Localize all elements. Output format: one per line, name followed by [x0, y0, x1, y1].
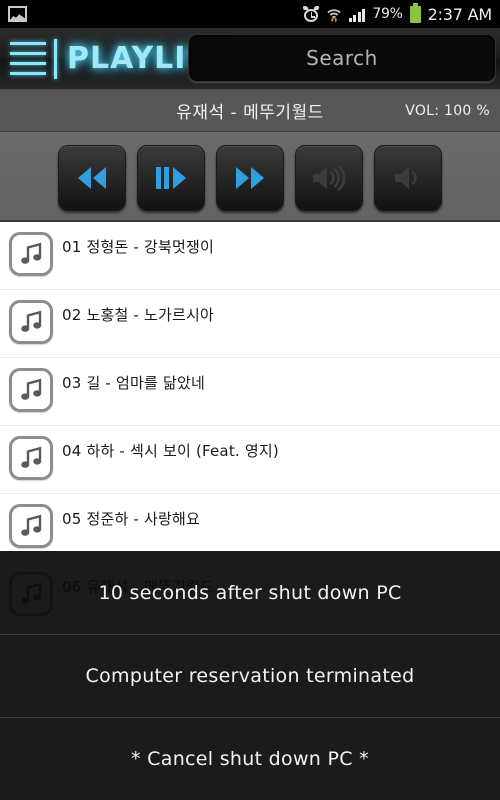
track-icon-wrap: [0, 502, 62, 548]
track-icon-wrap: [0, 230, 62, 276]
music-note-icon: [9, 368, 53, 412]
search-placeholder: Search: [306, 46, 378, 70]
dialog-option-cancel-shutdown[interactable]: * Cancel shut down PC *: [0, 718, 500, 800]
list-item[interactable]: 04 하하 - 섹시 보이 (Feat. 영지): [0, 426, 500, 494]
list-item[interactable]: 01 정형돈 - 강북멋쟁이: [0, 222, 500, 290]
dialog-option-shutdown-10s[interactable]: 10 seconds after shut down PC: [0, 552, 500, 634]
status-bar-left: [8, 6, 27, 22]
volume-up-button[interactable]: [295, 145, 363, 211]
battery-percent-label: 79%: [372, 6, 403, 22]
dialog-option-terminate-reservation[interactable]: Computer reservation terminated: [0, 635, 500, 717]
track-icon-wrap: [0, 366, 62, 412]
track-label: 02 노홍철 - 노가르시아: [62, 306, 215, 324]
list-item[interactable]: 02 노홍철 - 노가르시아: [0, 290, 500, 358]
music-note-icon: [9, 300, 53, 344]
rewind-icon: [78, 167, 106, 189]
music-note-icon: [9, 504, 53, 548]
header-divider: [54, 38, 57, 79]
track-label: 04 하하 - 섹시 보이 (Feat. 영지): [62, 442, 279, 460]
volume-down-icon: [395, 167, 417, 189]
track-label: 05 정준하 - 사랑해요: [62, 510, 201, 528]
volume-down-button[interactable]: [374, 145, 442, 211]
fast-forward-button[interactable]: [216, 145, 284, 211]
track-icon-wrap: [0, 434, 62, 480]
gallery-icon: [8, 6, 27, 22]
track-label: 01 정형돈 - 강북멋쟁이: [62, 238, 215, 256]
track-icon-wrap: [0, 298, 62, 344]
battery-icon: [409, 2, 421, 23]
search-input[interactable]: Search: [188, 34, 496, 82]
wifi-icon: [326, 6, 342, 22]
status-bar-clock: 2:37 AM: [427, 4, 493, 24]
play-pause-icon: [156, 167, 186, 189]
fast-forward-icon: [236, 167, 264, 189]
music-note-icon: [9, 436, 53, 480]
cell-signal-icon: [348, 7, 366, 22]
status-bar: 79% 2:37 AM: [0, 0, 500, 28]
shutdown-dialog: 10 seconds after shut down PC Computer r…: [0, 551, 500, 800]
app-root: 79% 2:37 AM PLAYLIST Search 유재석 - 메뚜기월드 …: [0, 0, 500, 800]
music-note-icon: [9, 232, 53, 276]
transport-controls: [0, 132, 500, 222]
hamburger-menu-icon[interactable]: [0, 28, 52, 89]
app-header: PLAYLIST Search: [0, 28, 500, 90]
list-item[interactable]: 03 길 - 엄마를 닮았네: [0, 358, 500, 426]
volume-up-icon: [313, 164, 346, 192]
track-label: 03 길 - 엄마를 닮았네: [62, 374, 205, 392]
alarm-clock-icon: [302, 6, 320, 22]
rewind-button[interactable]: [58, 145, 126, 211]
play-pause-button[interactable]: [137, 145, 205, 211]
status-bar-right: 79% 2:37 AM: [302, 2, 493, 24]
volume-level-label: VOL: 100 %: [405, 102, 490, 119]
now-playing-bar: 유재석 - 메뚜기월드 VOL: 100 %: [0, 90, 500, 132]
